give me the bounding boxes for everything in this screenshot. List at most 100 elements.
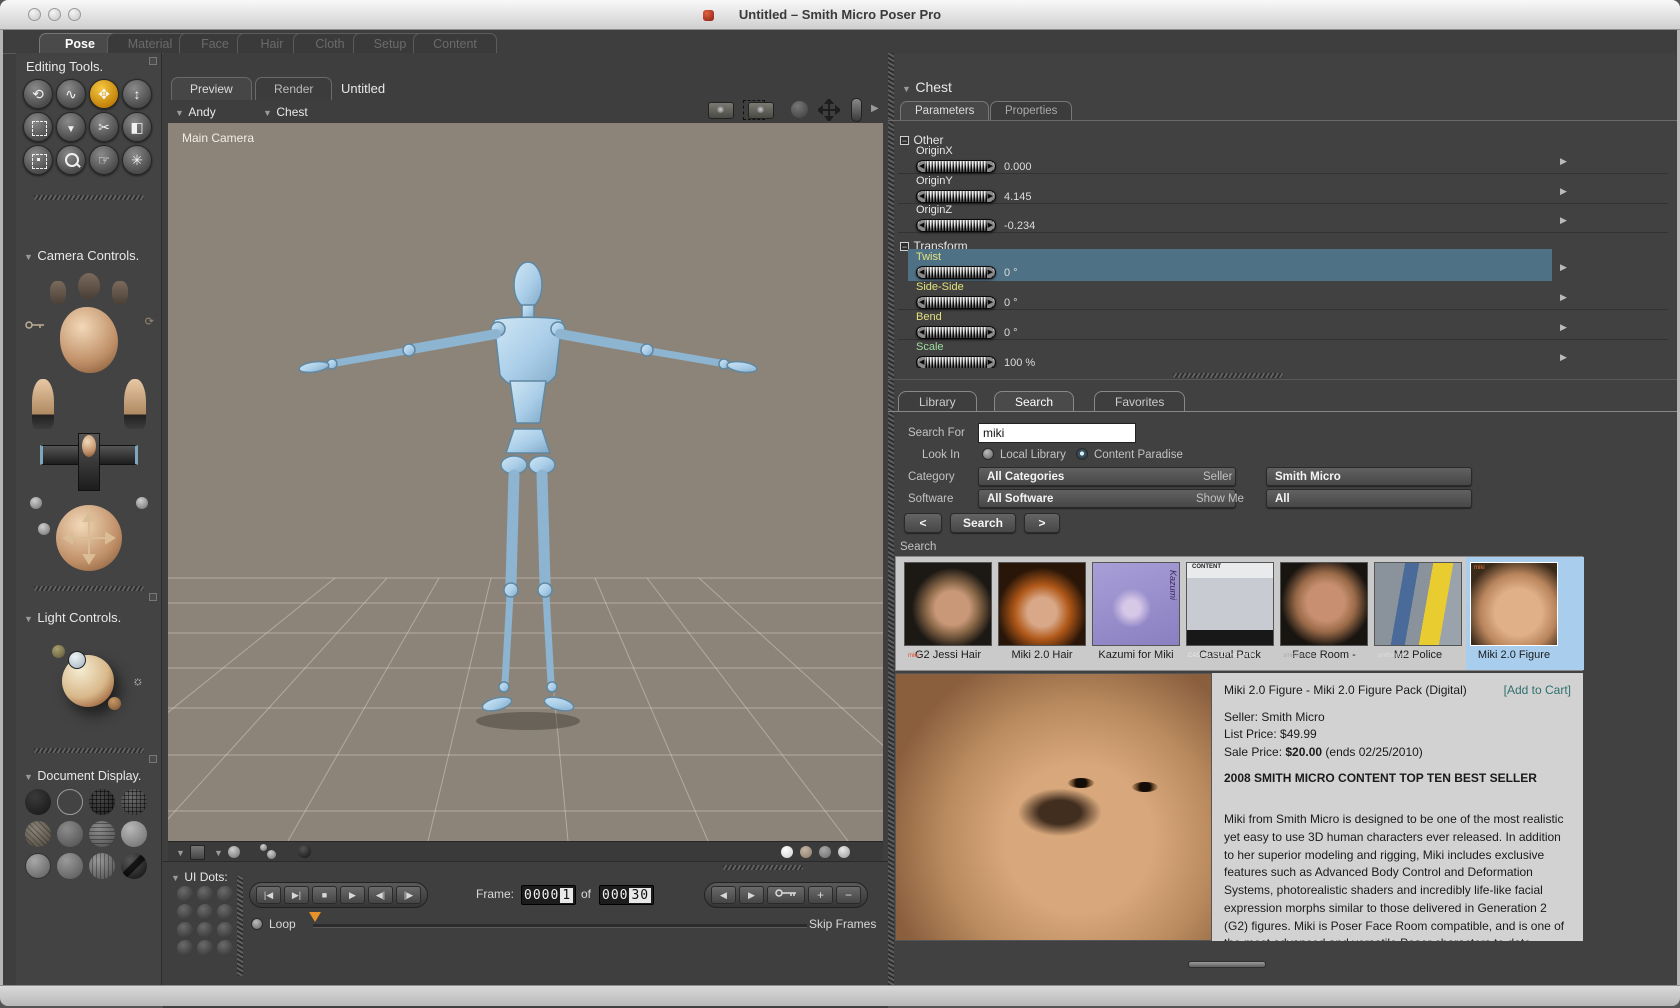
param-menu-arrow[interactable]: ▶ <box>1560 215 1567 226</box>
param-dial-twist[interactable] <box>916 266 996 280</box>
viewport-zoom-slider[interactable] <box>851 98 862 122</box>
tab-properties[interactable]: Properties <box>990 101 1073 121</box>
current-frame-counter[interactable]: 0000 1 <box>521 885 577 905</box>
camera-controls-header[interactable]: ▼ Camera Controls. <box>24 247 139 265</box>
ui-dot[interactable] <box>217 922 233 938</box>
param-menu-arrow[interactable]: ▶ <box>1560 322 1567 333</box>
param-menu-arrow[interactable]: ▶ <box>1560 352 1567 363</box>
timeline-track[interactable] <box>313 924 867 928</box>
ui-dot[interactable] <box>217 904 233 920</box>
tool-color[interactable]: ◧ <box>122 112 152 142</box>
stop-button[interactable]: ■ <box>312 886 337 904</box>
radio-content-paradise[interactable] <box>1076 448 1088 460</box>
param-menu-arrow[interactable]: ▶ <box>1560 156 1567 167</box>
left-hand-camera-control[interactable] <box>32 379 54 429</box>
panel-divider[interactable] <box>888 53 894 985</box>
result-casual-pack[interactable]: CONTENT CASUAL CLOTHES MIKI Casual Pack <box>1186 562 1274 661</box>
tool-taper[interactable]: ▼ <box>56 112 86 142</box>
ui-dot[interactable] <box>177 940 193 956</box>
panel-corner-widget[interactable] <box>149 57 157 65</box>
panel-splitter-vertical[interactable] <box>237 876 243 976</box>
display-wireframe[interactable] <box>89 789 115 815</box>
actor-selector[interactable]: ▼ Chest <box>263 103 308 121</box>
color-dot-white[interactable] <box>781 846 793 858</box>
previous-frame-button[interactable]: ◀| <box>368 886 393 904</box>
tool-view-magnifier[interactable] <box>56 145 86 175</box>
color-dot-gray[interactable] <box>819 846 831 858</box>
param-dial-bend[interactable] <box>916 326 996 340</box>
param-dial-originy[interactable] <box>916 190 996 204</box>
display-texture-shaded[interactable] <box>89 853 115 879</box>
camera-select-icon[interactable] <box>748 102 774 119</box>
last-frame-button[interactable]: ▶| <box>284 886 309 904</box>
camera-scale-dot[interactable] <box>136 497 148 509</box>
panel-splitter[interactable] <box>1173 373 1283 378</box>
room-tab-content[interactable]: Content <box>413 33 497 54</box>
figure-selector[interactable]: ▼ Andy <box>175 103 216 121</box>
color-dot-ground[interactable] <box>800 846 812 858</box>
display-style-menu-icon[interactable]: ▼ <box>214 848 223 858</box>
camera-flyaround-icon[interactable]: ⟳ <box>145 315 154 328</box>
tool-direct-manipulation[interactable]: ✳ <box>122 145 152 175</box>
tracking-ball-icon[interactable] <box>228 846 240 858</box>
add-to-cart-link[interactable]: [Add to Cart] <box>1504 683 1571 697</box>
camera-key-icon[interactable] <box>24 319 46 331</box>
display-outline[interactable] <box>57 789 83 815</box>
tab-parameters[interactable]: Parameters <box>900 101 990 121</box>
first-frame-button[interactable]: |◀ <box>256 886 281 904</box>
param-menu-arrow[interactable]: ▶ <box>1560 186 1567 197</box>
panel-corner-widget[interactable] <box>149 593 157 601</box>
light-indicator-3[interactable] <box>108 697 121 710</box>
light-controls-header[interactable]: ▼ Light Controls. <box>24 609 121 627</box>
result-kazumi-for-miki[interactable]: Kazumi Kazumi for Miki <box>1092 562 1180 661</box>
param-menu-arrow[interactable]: ▶ <box>1560 262 1567 273</box>
ui-dot[interactable] <box>197 922 213 938</box>
tool-translate-pull[interactable]: ✥ <box>89 79 119 109</box>
right-hand-camera-control[interactable] <box>124 379 146 429</box>
ui-dot[interactable] <box>197 940 213 956</box>
ui-dot[interactable] <box>177 904 193 920</box>
document-display-header[interactable]: ▼ Document Display. <box>24 767 141 785</box>
face-camera-control[interactable] <box>60 307 118 373</box>
previous-page-button[interactable]: < <box>904 513 942 533</box>
search-input[interactable] <box>978 423 1136 443</box>
category-dropdown[interactable]: All Categories <box>978 467 1236 486</box>
camera-name-label[interactable]: Main Camera <box>182 131 254 145</box>
tool-rotate[interactable]: ⟲ <box>23 79 53 109</box>
ui-dot[interactable] <box>177 922 193 938</box>
next-frame-button[interactable]: |▶ <box>396 886 421 904</box>
radio-local-library[interactable] <box>982 448 994 460</box>
tool-grouping[interactable] <box>23 145 53 175</box>
show-me-dropdown[interactable]: All <box>1266 489 1472 508</box>
camera-righthand-icon[interactable] <box>112 281 128 305</box>
section-splitter[interactable] <box>34 586 144 591</box>
ui-dot[interactable] <box>217 886 233 902</box>
result-g2-jessi-hair[interactable]: miki G2 Jessi Hair <box>904 562 992 661</box>
result-face-room[interactable]: smithmicro Face Room - <box>1280 562 1368 661</box>
display-material-preview[interactable] <box>121 853 147 879</box>
display-hidden-line[interactable] <box>121 789 147 815</box>
display-cartoon[interactable] <box>121 821 147 847</box>
window-titlebar[interactable]: Untitled – Smith Micro Poser Pro <box>0 0 1680 30</box>
ui-dot[interactable] <box>197 904 213 920</box>
ui-dot[interactable] <box>177 886 193 902</box>
loop-toggle[interactable] <box>251 918 263 930</box>
tool-scale[interactable] <box>23 112 53 142</box>
shadow-ball-icon[interactable] <box>298 845 311 858</box>
edit-keyframes-button[interactable] <box>767 886 805 904</box>
delete-keyframe-button[interactable]: − <box>836 886 861 904</box>
param-dial-scale[interactable] <box>916 356 996 368</box>
result-m2-police[interactable]: smithmicro M2 Police <box>1374 562 1462 661</box>
ui-dots-header[interactable]: ▼ UI Dots: <box>171 868 228 886</box>
depth-cue-menu-icon[interactable]: ▼ <box>176 848 185 858</box>
light-indicator-2[interactable] <box>68 651 86 669</box>
light-indicator-1[interactable] <box>52 645 65 658</box>
camera-scale-dot[interactable] <box>38 523 50 535</box>
horizontal-scrollbar[interactable] <box>1188 961 1266 968</box>
timeline-position-marker[interactable] <box>309 912 321 922</box>
figure-andy[interactable] <box>298 261 758 713</box>
total-frames-counter[interactable]: 000 30 <box>599 885 655 905</box>
next-keyframe-button[interactable]: ▶ <box>739 886 764 904</box>
param-dial-originx[interactable] <box>916 160 996 174</box>
camera-icon[interactable] <box>708 102 734 119</box>
